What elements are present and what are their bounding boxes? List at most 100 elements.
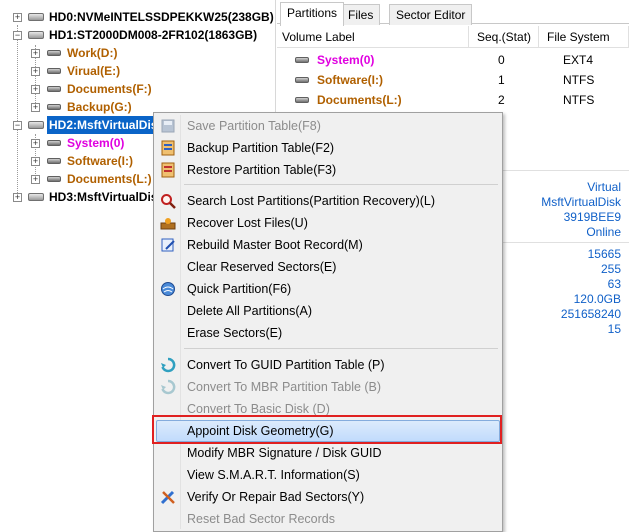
expand-icon[interactable]: +: [31, 157, 40, 166]
menu-item-label: Search Lost Partitions(Partition Recover…: [187, 194, 436, 208]
edit-icon: [161, 238, 175, 252]
menu-item-clear-reserved-sectors[interactable]: Clear Reserved Sectors(E): [156, 256, 500, 278]
row-file-system: NTFS: [563, 73, 595, 87]
tab-files[interactable]: Files: [341, 4, 381, 25]
menu-item-delete-all-partitions[interactable]: Delete All Partitions(A): [156, 300, 500, 322]
collapse-icon[interactable]: −: [13, 121, 22, 130]
menu-item-label: Quick Partition(F6): [187, 282, 292, 296]
context-menu: Save Partition Table(F8) Backup Partitio…: [153, 112, 503, 532]
tree-partition-label: Documents(F:): [67, 82, 152, 96]
partition-icon: [47, 176, 61, 182]
menu-item-rebuild-mbr[interactable]: Rebuild Master Boot Record(M): [156, 234, 500, 256]
hard-disk-icon: [28, 121, 44, 129]
menu-separator: [184, 184, 498, 185]
menu-item-label: Rebuild Master Boot Record(M): [187, 238, 363, 252]
menu-item-label: Backup Partition Table(F2): [187, 141, 335, 155]
partition-icon: [47, 86, 61, 92]
menu-item-label: Delete All Partitions(A): [187, 304, 313, 318]
save-icon: [161, 119, 175, 133]
partition-icon: [47, 68, 61, 74]
table-row[interactable]: Software(I:) 1 NTFS: [277, 70, 629, 90]
expand-icon[interactable]: +: [31, 85, 40, 94]
tools-icon: [160, 490, 175, 505]
recover-icon: [160, 218, 176, 230]
menu-item-label: Verify Or Repair Bad Sectors(Y): [187, 490, 365, 504]
tree-partition-label: Software(I:): [67, 154, 133, 168]
magnifier-icon: [161, 194, 176, 209]
expand-icon[interactable]: +: [13, 13, 22, 22]
menu-item-save-partition-table[interactable]: Save Partition Table(F8): [156, 115, 500, 137]
menu-item-erase-sectors[interactable]: Erase Sectors(E): [156, 322, 500, 344]
row-seq: 1: [498, 73, 505, 87]
menu-item-search-lost-partitions[interactable]: Search Lost Partitions(Partition Recover…: [156, 190, 500, 212]
menu-item-quick-partition[interactable]: Quick Partition(F6): [156, 278, 500, 300]
expand-icon[interactable]: +: [31, 49, 40, 58]
partition-icon: [47, 104, 61, 110]
info-value: 120.0GB: [573, 292, 621, 306]
menu-item-recover-lost-files[interactable]: Recover Lost Files(U): [156, 212, 500, 234]
menu-item-verify-repair-bad-sectors[interactable]: Verify Or Repair Bad Sectors(Y): [156, 486, 500, 508]
column-header-seq[interactable]: Seq.(Stat): [469, 26, 539, 48]
globe-icon: [161, 282, 175, 296]
hard-disk-icon: [28, 193, 44, 201]
tree-disk-label: HD1:ST2000DM008-2FR102(1863GB): [49, 28, 258, 42]
menu-item-convert-to-guid[interactable]: Convert To GUID Partition Table (P): [156, 354, 500, 376]
info-value: 251658240: [560, 307, 621, 321]
partition-icon: [295, 97, 309, 103]
info-value: Online: [586, 225, 621, 239]
tree-disk-label: HD0:NVMeINTELSSDPEKKW25(238GB): [49, 10, 274, 24]
menu-item-label: Reset Bad Sector Records: [187, 512, 335, 526]
tree-partition-label: System(0): [67, 136, 125, 150]
menu-item-label: Recover Lost Files(U): [187, 216, 308, 230]
info-value: 63: [607, 277, 621, 291]
expand-icon[interactable]: +: [13, 193, 22, 202]
row-volume-label: Documents(L:): [317, 93, 402, 107]
expand-icon[interactable]: +: [31, 139, 40, 148]
column-header-file-system[interactable]: File System: [539, 26, 629, 48]
menu-item-label: Restore Partition Table(F3): [187, 163, 337, 177]
partition-icon: [295, 57, 309, 63]
info-value: 255: [600, 262, 621, 276]
info-value: 15: [607, 322, 621, 336]
tab-sector-editor[interactable]: Sector Editor: [389, 4, 473, 25]
convert-icon: [161, 357, 176, 373]
tree-disk-label: HD2:MsftVirtualDis: [47, 116, 160, 134]
table-row[interactable]: Documents(L:) 2 NTFS: [277, 90, 629, 110]
tree-partition-label: Documents(L:): [67, 172, 152, 186]
menu-item-convert-to-mbr[interactable]: Convert To MBR Partition Table (B): [156, 376, 500, 398]
menu-item-label: Convert To GUID Partition Table (P): [187, 358, 385, 372]
expand-icon[interactable]: +: [31, 103, 40, 112]
collapse-icon[interactable]: −: [13, 31, 22, 40]
tree-partition-label: Backup(G:): [67, 100, 132, 114]
partition-icon: [47, 158, 61, 164]
expand-icon[interactable]: +: [31, 175, 40, 184]
table-row[interactable]: System(0) 0 EXT4: [277, 50, 629, 70]
menu-item-label: Convert To MBR Partition Table (B): [187, 380, 382, 394]
menu-separator: [184, 348, 498, 349]
restore-icon: [161, 162, 175, 178]
column-header-volume-label[interactable]: Volume Label: [277, 26, 469, 48]
convert-icon: [161, 379, 176, 395]
row-file-system: NTFS: [563, 93, 595, 107]
tree-partition-label: Virual(E:): [67, 64, 121, 78]
tab-bar: Partitions Files Sector Editor: [277, 2, 629, 26]
row-seq: 2: [498, 93, 505, 107]
menu-item-modify-mbr-signature[interactable]: Modify MBR Signature / Disk GUID: [156, 442, 500, 464]
partition-icon: [295, 77, 309, 83]
menu-item-backup-partition-table[interactable]: Backup Partition Table(F2): [156, 137, 500, 159]
menu-item-restore-partition-table[interactable]: Restore Partition Table(F3): [156, 159, 500, 181]
hard-disk-icon: [28, 31, 44, 39]
menu-item-label: Modify MBR Signature / Disk GUID: [187, 446, 382, 460]
partition-icon: [47, 50, 61, 56]
menu-item-reset-bad-sector-records[interactable]: Reset Bad Sector Records: [156, 508, 500, 530]
tree-partition-label: Work(D:): [67, 46, 118, 60]
row-volume-label: Software(I:): [317, 73, 383, 87]
info-value: 3919BEE9: [563, 210, 621, 224]
expand-icon[interactable]: +: [31, 67, 40, 76]
info-value: 15665: [587, 247, 621, 261]
menu-item-view-smart-info[interactable]: View S.M.A.R.T. Information(S): [156, 464, 500, 486]
tab-partitions[interactable]: Partitions: [280, 2, 345, 26]
menu-item-label: Save Partition Table(F8): [187, 119, 321, 133]
partition-icon: [47, 140, 61, 146]
info-value: MsftVirtualDisk: [541, 195, 621, 209]
